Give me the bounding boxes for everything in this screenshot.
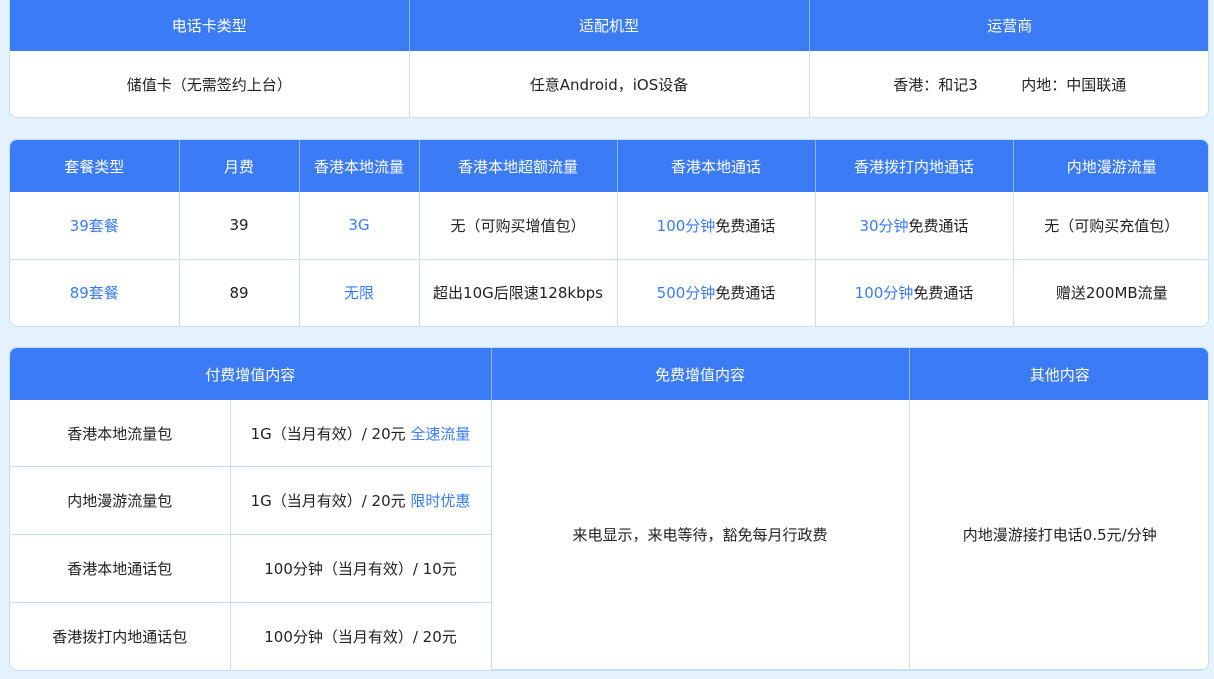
- plan-name[interactable]: 89套餐: [10, 259, 180, 326]
- table-header-row: 付费增值内容 免费增值内容 其他内容: [10, 348, 1208, 400]
- header-other: 其他内容: [909, 348, 1208, 400]
- hk-call-text: 免费通话: [715, 284, 776, 303]
- addon-name: 香港本地通话包: [10, 534, 231, 604]
- plan-hk-data: 无限: [299, 259, 420, 326]
- mainland-call-text: 免费通话: [913, 284, 974, 303]
- plan-mainland-calls: 100分钟免费通话: [815, 259, 1014, 326]
- header-hk-data: 香港本地流量: [299, 140, 420, 192]
- header-monthly-fee: 月费: [179, 140, 300, 192]
- hk-call-minutes: 500分钟: [656, 284, 716, 303]
- addon-price: 1G（当月有效）/ 20元: [250, 424, 406, 443]
- header-roaming-data: 内地漫游流量: [1013, 140, 1208, 192]
- header-hk-excess-data: 香港本地超额流量: [419, 140, 618, 192]
- card-info-table: 电话卡类型 适配机型 运营商 储值卡（无需签约上台） 任意Android，iOS…: [9, 0, 1209, 118]
- plan-hk-excess: 无（可购买增值包）: [419, 192, 618, 260]
- addons-table: 付费增值内容 免费增值内容 其他内容 香港本地流量包 1G（当月有效）/ 20元…: [9, 347, 1209, 671]
- table-header-row: 套餐类型 月费 香港本地流量 香港本地超额流量 香港本地通话 香港拨打内地通话 …: [10, 140, 1208, 192]
- header-plan-type: 套餐类型: [10, 140, 180, 192]
- addon-detail: 1G（当月有效）/ 20元 全速流量: [230, 400, 492, 468]
- hk-call-text: 免费通话: [715, 216, 776, 235]
- carrier-mainland: 内地：中国联通: [1021, 75, 1127, 94]
- card-type-value: 储值卡（无需签约上台）: [10, 51, 410, 117]
- header-hk-calls: 香港本地通话: [617, 140, 816, 192]
- table-row: 香港本地流量包 1G（当月有效）/ 20元 全速流量 来电显示，来电等待，豁免每…: [10, 400, 1208, 670]
- mainland-call-minutes: 30分钟: [859, 216, 909, 235]
- hk-call-minutes: 100分钟: [656, 216, 716, 235]
- addon-name: 内地漫游流量包: [10, 466, 231, 536]
- addon-detail: 100分钟（当月有效）/ 10元: [230, 534, 492, 604]
- other-value: 内地漫游接打电话0.5元/分钟: [909, 400, 1208, 670]
- plan-fee: 89: [179, 259, 300, 326]
- plan-fee: 39: [179, 192, 300, 260]
- mainland-call-minutes: 100分钟: [854, 284, 914, 303]
- free-addons-value: 来电显示，来电等待，豁免每月行政费: [491, 400, 910, 670]
- addon-name: 香港本地流量包: [10, 400, 231, 468]
- carrier-value: 香港：和记3 内地：中国联通: [809, 51, 1208, 117]
- devices-value: 任意Android，iOS设备: [409, 51, 810, 117]
- plan-hk-excess: 超出10G后限速128kbps: [419, 259, 618, 326]
- plan-hk-calls: 100分钟免费通话: [617, 192, 816, 260]
- addon-tag: 全速流量: [410, 424, 471, 443]
- header-paid-addons: 付费增值内容: [10, 348, 492, 400]
- plans-table: 套餐类型 月费 香港本地流量 香港本地超额流量 香港本地通话 香港拨打内地通话 …: [9, 139, 1209, 327]
- carrier-hk: 香港：和记3: [893, 75, 978, 94]
- table-row: 89套餐 89 无限 超出10G后限速128kbps 500分钟免费通话 100…: [10, 259, 1208, 326]
- addon-price: 1G（当月有效）/ 20元: [250, 492, 406, 511]
- plan-name[interactable]: 39套餐: [10, 192, 180, 260]
- plan-mainland-calls: 30分钟免费通话: [815, 192, 1014, 260]
- table-row: 储值卡（无需签约上台） 任意Android，iOS设备 香港：和记3 内地：中国…: [10, 51, 1208, 117]
- mainland-call-text: 免费通话: [908, 216, 969, 235]
- plan-hk-calls: 500分钟免费通话: [617, 259, 816, 326]
- addon-detail: 100分钟（当月有效）/ 20元: [230, 602, 492, 670]
- plan-hk-data: 3G: [299, 192, 420, 260]
- table-row: 39套餐 39 3G 无（可购买增值包） 100分钟免费通话 30分钟免费通话 …: [10, 192, 1208, 260]
- header-carrier: 运营商: [809, 0, 1208, 51]
- addon-tag: 限时优惠: [410, 492, 471, 511]
- header-card-type: 电话卡类型: [10, 0, 410, 51]
- header-devices: 适配机型: [409, 0, 810, 51]
- addon-name: 香港拨打内地通话包: [10, 602, 231, 670]
- table-header-row: 电话卡类型 适配机型 运营商: [10, 0, 1208, 51]
- plan-roaming: 赠送200MB流量: [1055, 284, 1168, 303]
- plan-roaming: 无（可购买充值包）: [1013, 192, 1208, 260]
- header-mainland-calls: 香港拨打内地通话: [815, 140, 1014, 192]
- header-free-addons: 免费增值内容: [491, 348, 910, 400]
- addon-detail: 1G（当月有效）/ 20元 限时优惠: [230, 466, 492, 536]
